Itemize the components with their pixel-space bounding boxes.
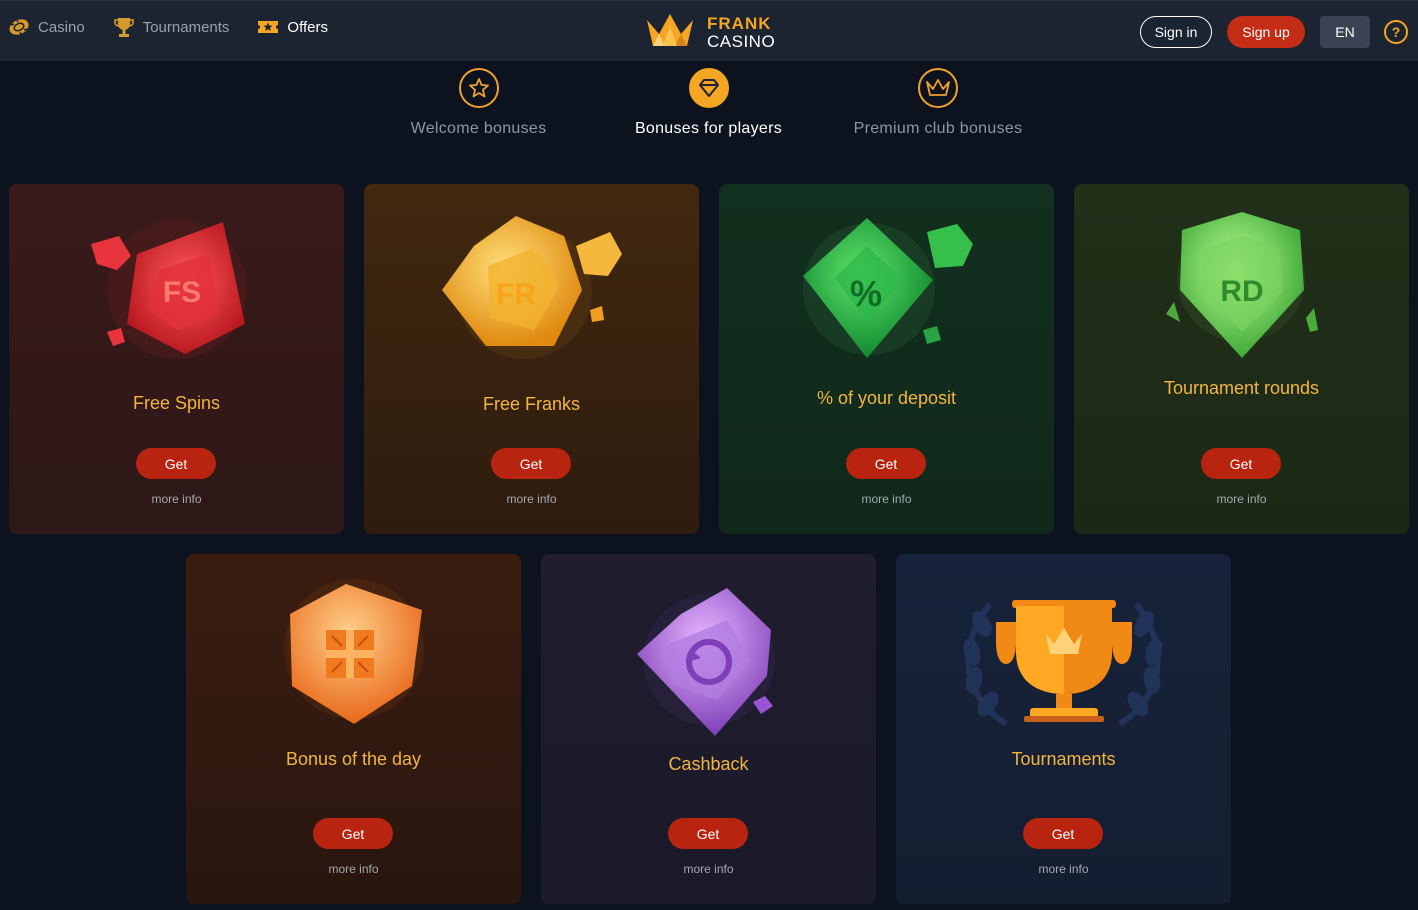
more-info-link[interactable]: more info [1074,492,1409,506]
crown-logo-icon [645,12,695,53]
gem-text: % [850,273,882,314]
language-selector[interactable]: EN [1320,16,1370,48]
sign-up-button[interactable]: Sign up [1227,16,1305,48]
card-title: Cashback [668,754,749,774]
card-title: Tournament rounds [1163,378,1320,398]
top-header: Casino Tournaments Offers FRANK CASINO S… [0,0,1418,61]
casino-chip-icon [8,16,30,38]
get-button[interactable]: Get [1201,448,1281,479]
more-info-link[interactable]: more info [9,492,344,506]
get-button[interactable]: Get [668,818,748,849]
bonus-category-tabs: Welcome bonuses Bonuses for players Prem… [0,68,1418,148]
tab-bonuses-for-players[interactable]: Bonuses for players [633,68,784,138]
get-button[interactable]: Get [1023,818,1103,849]
crown-icon [918,68,958,108]
gem-green-icon: % [719,204,1054,374]
nav-item-offers[interactable]: Offers [257,16,328,38]
logo-line-casino: CASINO [707,31,776,51]
gem-yellow-icon: FR [364,206,699,376]
sign-in-button[interactable]: Sign in [1140,16,1212,48]
card-title: Free Spins [132,393,221,413]
get-button[interactable]: Get [136,448,216,479]
gem-text: FR [496,278,536,311]
tab-label: Welcome bonuses [410,120,547,137]
gem-red-icon: FS [9,204,344,374]
star-icon [458,68,499,108]
bonus-card-free-spins: FS Free Spins Get more info [9,184,344,534]
get-button[interactable]: Get [491,448,571,479]
ticket-star-icon [257,16,279,38]
nav-item-tournaments[interactable]: Tournaments [113,16,230,38]
get-button[interactable]: Get [846,448,926,479]
more-info-link[interactable]: more info [541,862,876,876]
frank-casino-logo[interactable]: FRANK CASINO [645,12,775,53]
trophy-cup-icon [896,584,1231,754]
gem-text: FS [163,276,201,309]
bonus-card-deposit-percent: % % of your deposit Get more info [719,184,1054,534]
nav-label-tournaments: Tournaments [142,18,230,36]
more-info-link[interactable]: more info [719,492,1054,506]
bonus-card-bonus-of-the-day: Bonus of the day Get more info [186,554,521,904]
help-icon[interactable]: ? [1384,20,1408,44]
nav-label-casino: Casino [38,18,85,36]
card-title: Tournaments [1011,749,1116,769]
logo-line-frank: FRANK [707,13,772,33]
tab-welcome-bonuses[interactable]: Welcome bonuses [410,68,547,138]
tab-label: Bonuses for players [634,120,783,137]
nav-item-casino[interactable]: Casino [8,16,85,38]
gem-lightgreen-icon: RD [1074,198,1409,368]
card-title: Free Franks [482,394,581,414]
more-info-link[interactable]: more info [186,862,521,876]
gem-orange-gift-icon [186,574,521,744]
gem-text: RD [1220,275,1263,308]
get-button[interactable]: Get [313,818,393,849]
tab-premium-club-bonuses[interactable]: Premium club bonuses [852,68,1024,138]
bonus-card-tournaments: Tournaments Get more info [896,554,1231,904]
card-title: Bonus of the day [285,749,422,769]
trophy-icon [113,16,135,38]
gem-purple-cashback-icon [541,580,876,750]
more-info-link[interactable]: more info [896,862,1231,876]
bonus-card-free-franks: FR Free Franks Get more info [364,184,699,534]
bonus-card-cashback: Cashback Get more info [541,554,876,904]
more-info-link[interactable]: more info [364,492,699,506]
main-nav: Casino Tournaments Offers [8,16,356,38]
diamond-icon [688,68,729,108]
card-title: % of your deposit [816,388,957,408]
bonus-card-tournament-rounds: RD Tournament rounds Get more info [1074,184,1409,534]
tab-label: Premium club bonuses [853,120,1023,137]
nav-label-offers: Offers [287,18,328,36]
